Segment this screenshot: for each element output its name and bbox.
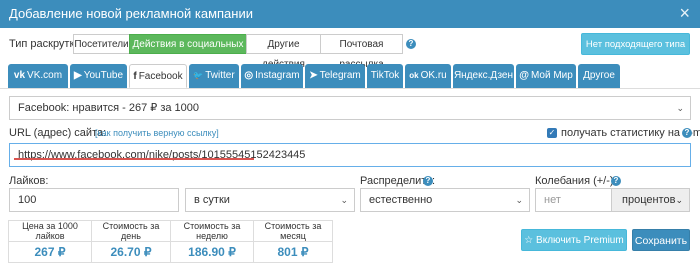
social-network-tabs: vk VK.com ▶ YouTube f Facebook 🐦 Twitter ◎ In… [0, 62, 700, 89]
action-select[interactable]: Facebook: нравится - 267 ₽ за 1000 ⌄ [9, 96, 691, 120]
tab-vk[interactable]: vk VK.com [8, 64, 68, 88]
window-title: Добавление новой рекламной кампании [9, 6, 253, 21]
tab-label: Twitter [205, 70, 235, 81]
window-titlebar: Добавление новой рекламной кампании × [0, 0, 700, 28]
tab-label: Instagram [255, 70, 300, 81]
tab-label: Telegram [319, 70, 361, 81]
instagram-icon: ◎ [244, 70, 254, 81]
chevron-down-icon: ⌄ [675, 195, 683, 205]
tab-okru[interactable]: ok OK.ru [405, 64, 451, 88]
tab-label: Facebook [138, 71, 183, 82]
telegram-icon: ➤ [309, 70, 318, 81]
stats-value: 186.90 ₽ [170, 241, 254, 263]
vk-icon: vk [13, 70, 26, 81]
distribute-select-value: естественно [369, 194, 433, 206]
tab-label: Яндекс.Дзен [453, 70, 514, 81]
likes-input[interactable]: 100 [9, 188, 179, 212]
tab-instagram[interactable]: ◎ Instagram [241, 64, 303, 88]
ok-icon: ok [409, 71, 419, 80]
chevron-down-icon: ⌄ [515, 195, 523, 205]
stats-header: Стоимость за неделю [170, 220, 254, 242]
tab-label: VK.com [27, 70, 63, 81]
tab-label: Другое [583, 70, 615, 81]
email-stats-label: получать статистику на e-mail [561, 127, 700, 139]
promotion-type-other[interactable]: Другие действия [246, 34, 321, 70]
tab-label: TikTok [370, 70, 400, 81]
stats-value: 267 ₽ [8, 241, 92, 263]
tab-label: OK.ru [420, 70, 447, 81]
stats-header: Стоимость за месяц [253, 220, 333, 242]
likes-label: Лайков: [9, 175, 49, 187]
close-icon[interactable]: × [679, 3, 690, 23]
fluctuation-input[interactable]: нет [535, 188, 612, 212]
tab-youtube[interactable]: ▶ YouTube [70, 64, 127, 88]
help-icon[interactable]: ? [611, 176, 621, 186]
table-row: Цена за 1000 лайков Стоимость за день Ст… [8, 220, 333, 242]
tab-other[interactable]: Другое [578, 64, 620, 88]
tab-label: YouTube [83, 70, 123, 81]
table-row: 267 ₽ 26.70 ₽ 186.90 ₽ 801 ₽ [8, 241, 333, 263]
distribute-select[interactable]: естественно ⌄ [360, 188, 530, 212]
stats-header: Стоимость за день [91, 220, 171, 242]
stats-header: Цена за 1000 лайков [8, 220, 92, 242]
tab-tiktok[interactable]: TikTok [367, 64, 403, 88]
cost-stats-table: Цена за 1000 лайков Стоимость за день Ст… [8, 220, 333, 263]
no-suitable-type-button[interactable]: Нет подходящего типа РК? [581, 33, 690, 72]
url-hint-link[interactable]: [как получить верную ссылку] [95, 128, 219, 138]
fluctuation-unit-select[interactable]: процентов ⌄ [611, 188, 690, 212]
tab-label: Мой Мир [530, 70, 573, 81]
stats-value: 26.70 ₽ [91, 241, 171, 263]
youtube-icon: ▶ [74, 70, 82, 81]
help-icon[interactable]: ? [406, 39, 416, 49]
action-select-value: Facebook: нравится - 267 ₽ за 1000 [18, 102, 200, 114]
mymir-icon: @ [519, 70, 529, 81]
chevron-down-icon: ⌄ [340, 195, 348, 205]
period-select-value: в сутки [194, 194, 230, 206]
fluctuation-unit-value: процентов [622, 194, 676, 206]
url-input[interactable]: https://www.facebook.com/nike/posts/1015… [9, 143, 691, 167]
twitter-icon: 🐦 [193, 71, 204, 80]
promotion-type-visitors[interactable]: Посетители [73, 34, 130, 54]
promotion-type-mailing[interactable]: Почтовая рассылка [320, 34, 403, 70]
tab-twitter[interactable]: 🐦 Twitter [189, 64, 239, 88]
tab-telegram[interactable]: ➤ Telegram [305, 64, 365, 88]
help-icon[interactable]: ? [423, 176, 433, 186]
fluctuation-label: Колебания (+/-): [535, 175, 617, 187]
tab-moy-mir[interactable]: @ Мой Мир [516, 64, 576, 88]
enable-premium-button[interactable]: ☆ Включить Premium [521, 229, 627, 251]
url-underline [14, 158, 254, 160]
help-icon[interactable]: ? [682, 128, 692, 138]
save-button[interactable]: Сохранить [632, 229, 690, 251]
chevron-down-icon: ⌄ [676, 103, 684, 113]
promotion-type-social[interactable]: Действия в социальных сетях [129, 34, 247, 70]
email-stats-checkbox[interactable]: ✓ [547, 128, 557, 138]
stats-value: 801 ₽ [253, 241, 333, 263]
tab-facebook[interactable]: f Facebook [129, 64, 187, 88]
tab-yandex-zen[interactable]: Яндекс.Дзен [453, 64, 514, 88]
url-label: URL (адрес) сайта: [9, 127, 107, 139]
facebook-icon: f [133, 71, 137, 82]
period-select[interactable]: в сутки ⌄ [185, 188, 355, 212]
